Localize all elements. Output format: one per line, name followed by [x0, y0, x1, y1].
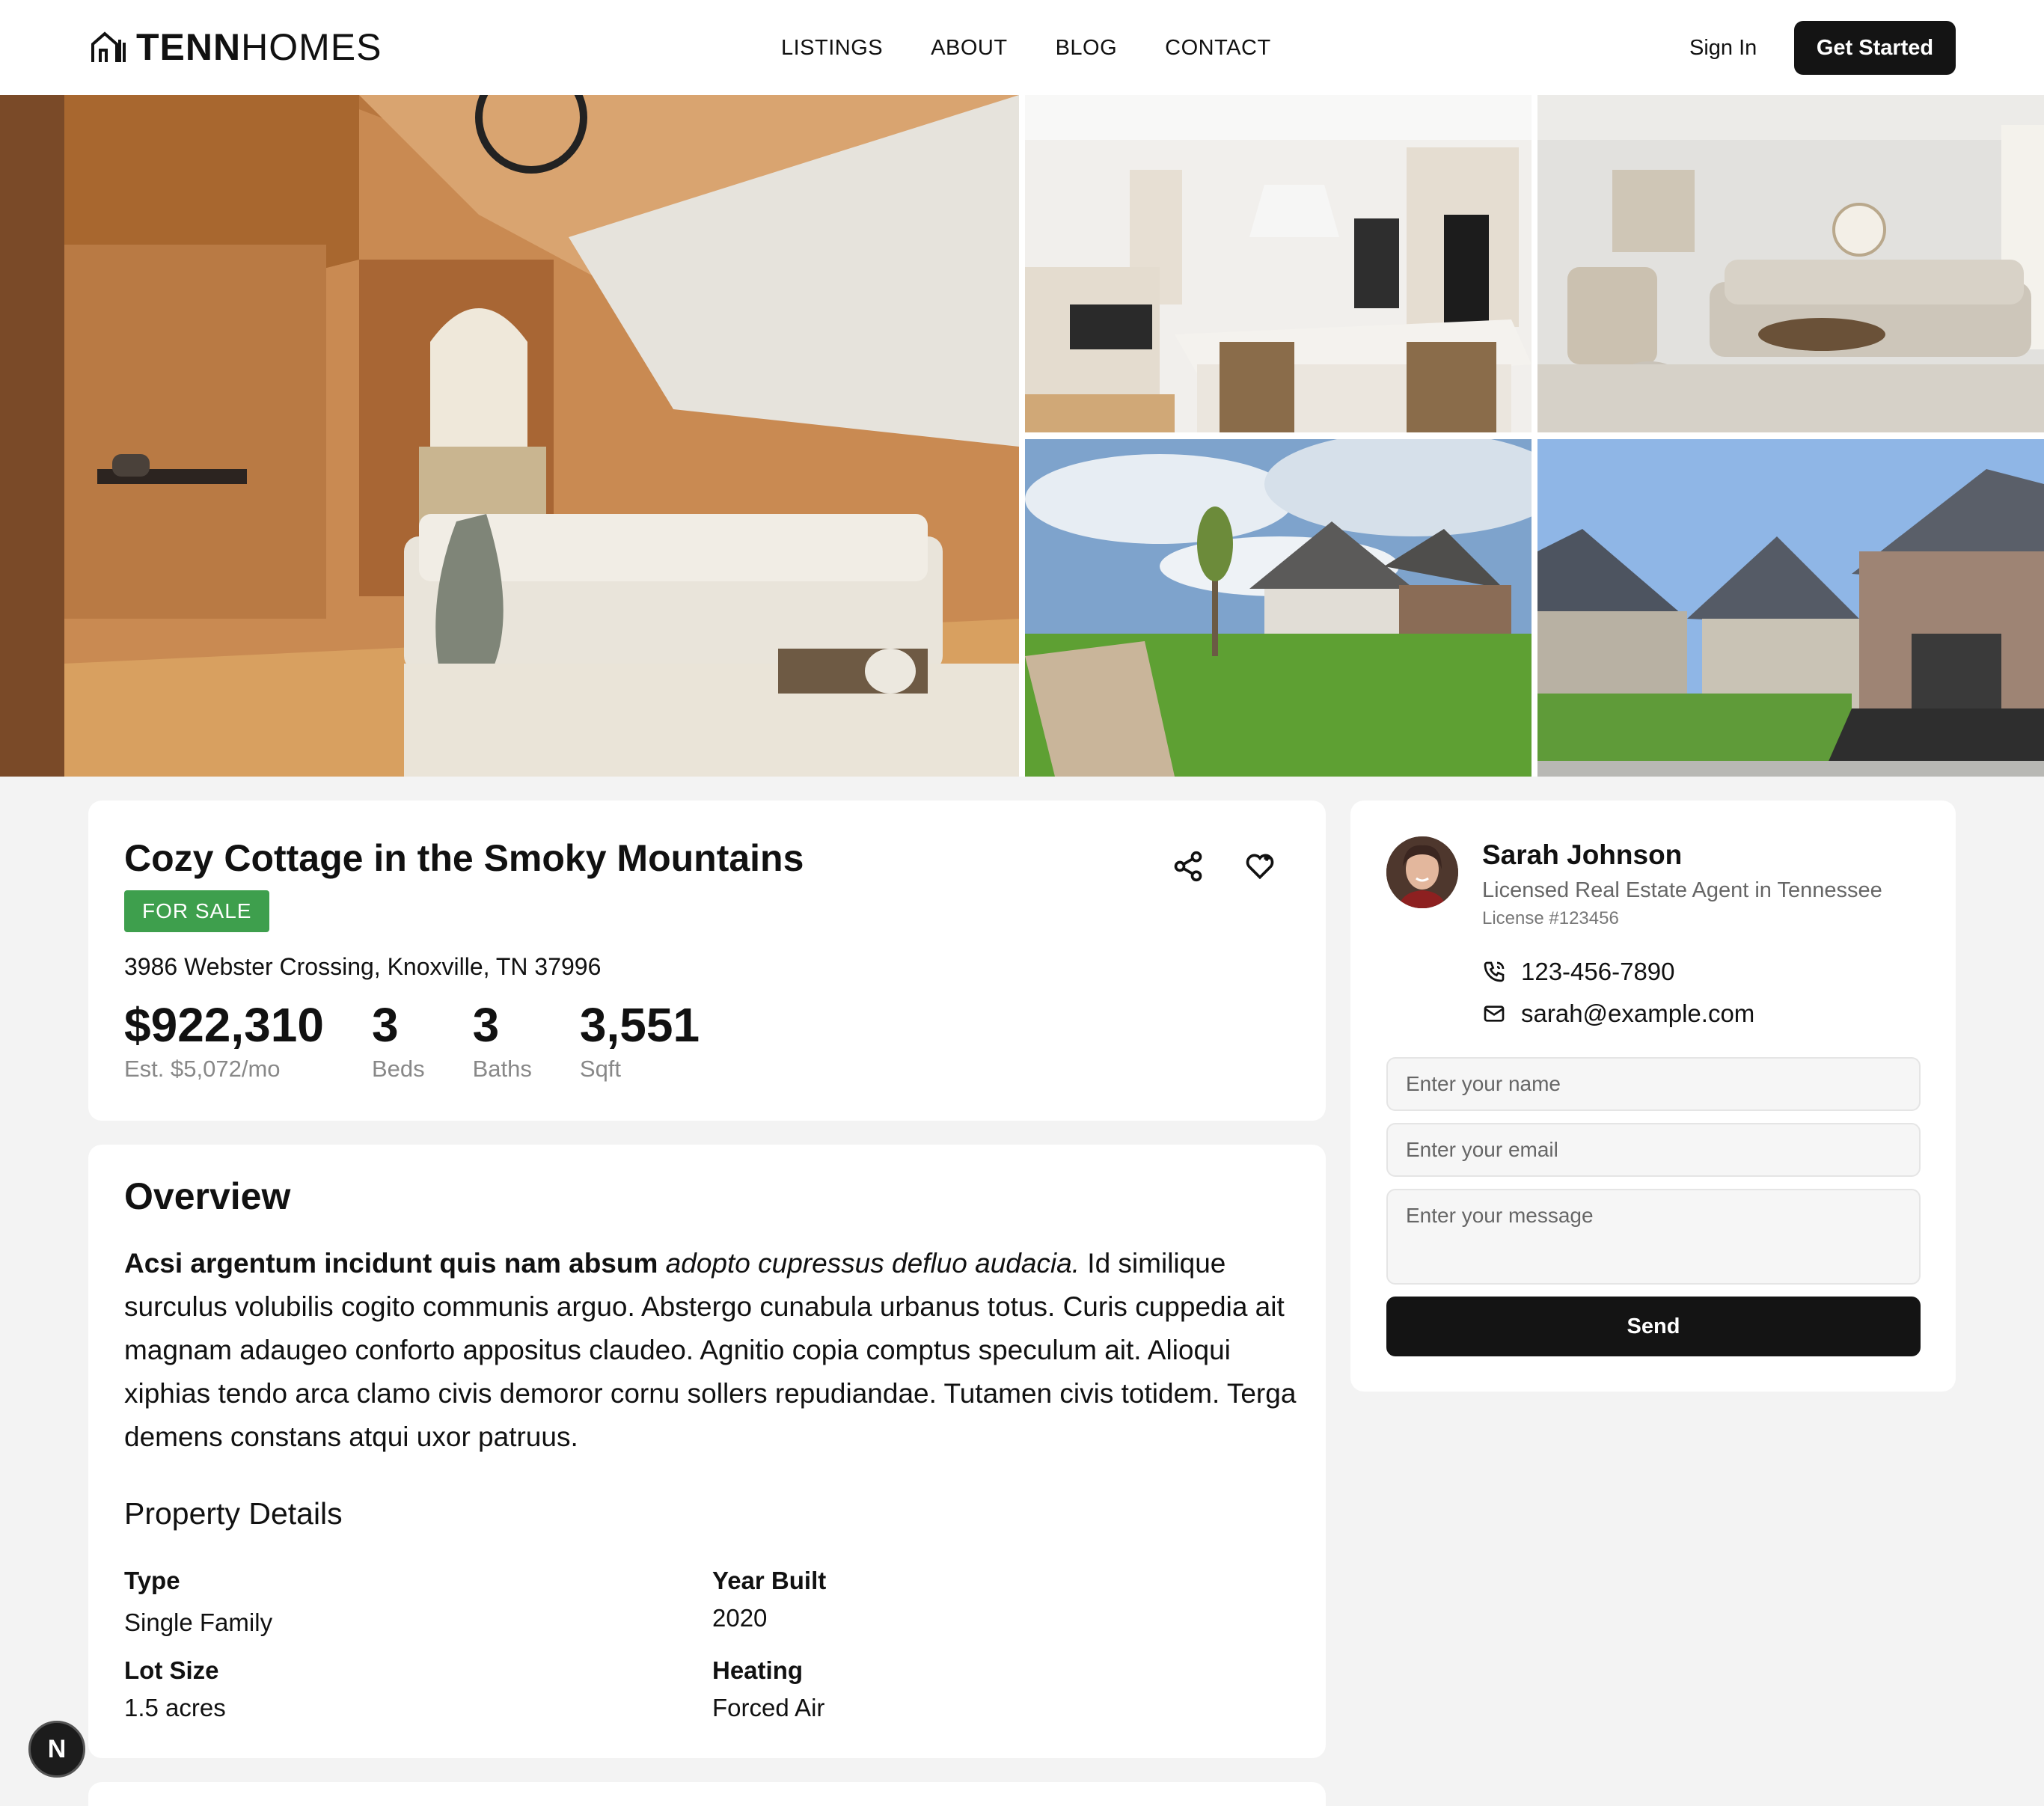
baths-label: Baths [472, 1056, 532, 1082]
house-icon [91, 31, 126, 62]
detail-year-built: Year Built 2020 [712, 1562, 826, 1637]
agent-license: License #123456 [1482, 908, 1619, 928]
street-houses-photo[interactable] [1537, 439, 2044, 777]
contact-email-input[interactable] [1386, 1123, 1921, 1177]
beds-value: 3 [371, 998, 399, 1052]
sqft-value: 3,551 [579, 998, 700, 1052]
main-nav: LISTINGS ABOUT BLOG CONTACT [781, 30, 1319, 66]
overview-card: Overview Acsi argentum incidunt quis nam… [88, 1145, 1326, 1758]
monthly-estimate: Est. $5,072/mo [124, 1056, 281, 1082]
listing-address: 3986 Webster Crossing, Knoxville, TN 379… [124, 953, 602, 980]
kitchen-photo[interactable] [1025, 95, 1532, 432]
detail-type-label: Type [124, 1567, 180, 1594]
sqft-label: Sqft [579, 1056, 622, 1082]
mail-icon [1484, 1005, 1505, 1022]
nav-blog[interactable]: BLOG [1056, 30, 1118, 66]
price-stat: $922,310 Est. $5,072/mo [124, 995, 324, 1083]
overview-lead-italic: adopto cupressus defluo audacia. [665, 1248, 1080, 1279]
listing-stats: $922,310 Est. $5,072/mo 3 Beds 3 Baths 3… [124, 995, 747, 1083]
brand-name-light: HOMES [241, 26, 382, 68]
favorite-heart-icon[interactable] [1243, 850, 1276, 883]
house-exterior-photo[interactable] [1025, 439, 1532, 777]
overview-description: Acsi argentum incidunt quis nam absum ad… [124, 1242, 1321, 1459]
price-value: $922,310 [124, 998, 324, 1052]
nav-listings[interactable]: LISTINGS [781, 30, 883, 66]
detail-type-value: Single Family [124, 1608, 273, 1636]
detail-type: Type Single Family [124, 1562, 272, 1641]
agent-email[interactable]: sarah@example.com [1482, 1000, 1754, 1028]
detail-heating: Heating Forced Air [712, 1652, 824, 1727]
agent-phone[interactable]: 123-456-7890 [1482, 958, 1675, 986]
bedroom-photo[interactable] [0, 95, 1019, 777]
detail-heating-value: Forced Air [712, 1694, 825, 1721]
property-details-heading: Property Details [124, 1496, 343, 1531]
detail-year-label: Year Built [712, 1567, 827, 1594]
dev-tools-badge[interactable]: N [28, 1721, 85, 1778]
listing-title: Cozy Cottage in the Smoky Mountains [124, 837, 804, 879]
detail-year-value: 2020 [712, 1604, 768, 1632]
overview-heading: Overview [124, 1175, 291, 1217]
agent-role: Licensed Real Estate Agent in Tennessee [1482, 878, 1882, 902]
share-icon[interactable] [1172, 850, 1205, 883]
agent-contact-card: Sarah Johnson Licensed Real Estate Agent… [1350, 801, 1956, 1392]
phone-icon [1484, 961, 1505, 982]
beds-label: Beds [371, 1056, 425, 1082]
get-started-button[interactable]: Get Started [1794, 21, 1956, 75]
beds-stat: 3 Beds [372, 995, 425, 1083]
sqft-stat: 3,551 Sqft [580, 995, 700, 1083]
baths-stat: 3 Baths [473, 995, 532, 1083]
listing-summary-card: Cozy Cottage in the Smoky Mountains FOR … [88, 801, 1326, 1121]
sign-in-link[interactable]: Sign In [1689, 30, 1757, 66]
agent-email-value: sarah@example.com [1521, 1000, 1755, 1027]
overview-lead-bold: Acsi argentum incidunt quis nam absum [124, 1248, 658, 1279]
agent-avatar [1386, 836, 1458, 908]
brand-name-bold: TENN [136, 26, 242, 68]
living-room-photo[interactable] [1537, 95, 2044, 432]
detail-lot-label: Lot Size [124, 1656, 219, 1684]
status-badge: FOR SALE [124, 890, 270, 932]
detail-heating-label: Heating [712, 1656, 804, 1684]
contact-message-input[interactable] [1386, 1189, 1921, 1285]
baths-value: 3 [472, 998, 500, 1052]
contact-name-input[interactable] [1386, 1057, 1921, 1111]
detail-lot-value: 1.5 acres [124, 1694, 226, 1721]
agent-name: Sarah Johnson [1482, 839, 1683, 870]
nav-about[interactable]: ABOUT [931, 30, 1007, 66]
send-button[interactable]: Send [1386, 1297, 1921, 1356]
brand-logo[interactable]: TENNHOMES [90, 25, 382, 69]
next-section-card [88, 1782, 1326, 1806]
photo-gallery [0, 95, 2044, 777]
nav-contact[interactable]: CONTACT [1165, 30, 1271, 66]
agent-phone-value: 123-456-7890 [1521, 958, 1675, 985]
site-header: TENNHOMES LISTINGS ABOUT BLOG CONTACT Si… [0, 0, 2044, 95]
detail-lot-size: Lot Size 1.5 acres [124, 1652, 226, 1727]
